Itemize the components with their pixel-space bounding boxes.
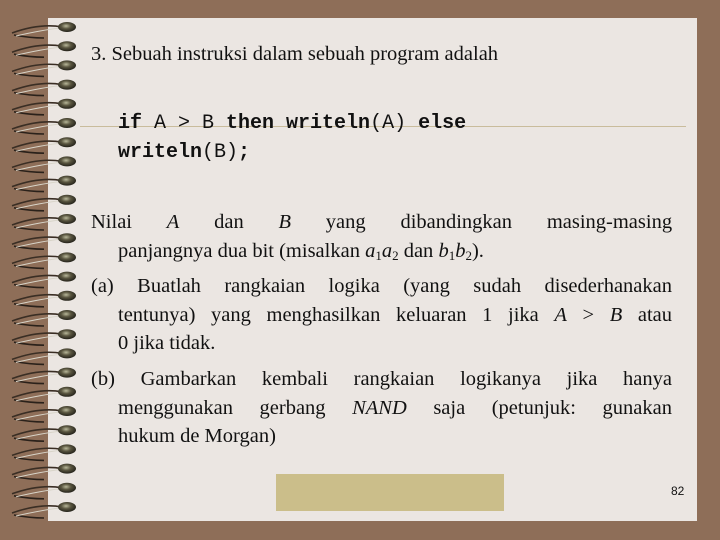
code-operand: (A) xyxy=(370,112,407,135)
spiral-ring xyxy=(11,175,76,193)
code-operand: A > B xyxy=(142,112,227,135)
spiral-binding-icon xyxy=(11,22,76,519)
code-line-1: if A > B then writeln(A) else xyxy=(118,112,466,135)
spiral-ring xyxy=(11,156,76,174)
part-a-line-3: 0 jika tidak. xyxy=(118,332,216,354)
spiral-ring xyxy=(11,214,76,231)
spiral-ring xyxy=(11,118,76,135)
part-b-line-1: (b) Gambarkan kembali rangkaian logikany… xyxy=(91,368,672,390)
spiral-ring xyxy=(11,367,76,385)
code-keyword: else xyxy=(406,112,467,135)
page-number: 82 xyxy=(671,484,685,498)
spiral-ring xyxy=(11,79,76,97)
intro-line-1: Nilai A dan B yang dibandingkan masing-m… xyxy=(91,211,673,233)
question-title: 3. Sebuah instruksi dalam sebuah program… xyxy=(91,43,499,65)
spiral-ring xyxy=(11,329,76,346)
intro-paragraph: Nilai A dan B yang dibandingkan masing-m… xyxy=(91,208,672,265)
spiral-ring xyxy=(11,482,76,500)
spiral-ring xyxy=(11,406,76,423)
spiral-ring xyxy=(11,463,76,481)
spiral-ring xyxy=(11,444,76,462)
part-b-paragraph: (b) Gambarkan kembali rangkaian logikany… xyxy=(91,365,672,451)
part-a-line-1: (a) Buatlah rangkaian logika (yang sudah… xyxy=(91,275,672,297)
spiral-ring xyxy=(11,137,76,154)
spiral-ring xyxy=(11,98,76,116)
part-a-line-2: tentunya) yang menghasilkan keluaran 1 j… xyxy=(118,303,672,326)
spiral-ring xyxy=(11,348,76,366)
footer-accent-box xyxy=(276,474,504,511)
spiral-ring xyxy=(11,386,76,404)
spiral-ring xyxy=(11,233,76,250)
spiral-ring xyxy=(11,271,76,289)
spiral-ring xyxy=(11,310,76,327)
spiral-ring xyxy=(11,425,76,442)
spiral-ring xyxy=(11,502,76,519)
code-keyword: if xyxy=(118,112,143,135)
spiral-ring xyxy=(11,290,76,308)
part-b-line-3: hukum de Morgan) xyxy=(118,425,276,447)
spiral-ring xyxy=(11,194,76,212)
code-operand: (B) xyxy=(202,141,239,164)
code-keyword: ; xyxy=(238,141,251,164)
code-line-2: writeln(B); xyxy=(118,141,250,164)
part-a-paragraph: (a) Buatlah rangkaian logika (yang sudah… xyxy=(91,272,672,358)
spiral-ring xyxy=(11,252,76,270)
intro-line-2: panjangnya dua bit (misalkan a1a2 dan b1… xyxy=(118,239,484,263)
spiral-ring xyxy=(11,41,76,58)
code-keyword: writeln xyxy=(118,141,203,164)
part-b-line-2: menggunakan gerbang NAND saja (petunjuk:… xyxy=(118,396,672,419)
spiral-ring xyxy=(11,60,76,78)
spiral-ring xyxy=(11,22,76,39)
code-keyword: then writeln xyxy=(226,112,371,135)
